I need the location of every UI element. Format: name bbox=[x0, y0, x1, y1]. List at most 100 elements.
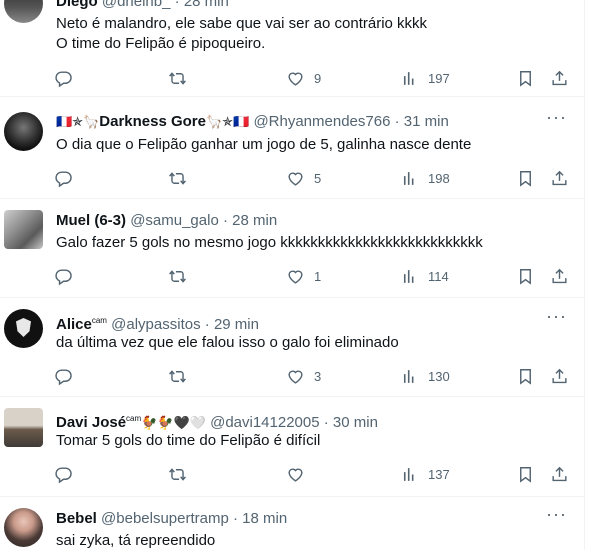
author-handle[interactable]: @alypassitos bbox=[111, 316, 200, 333]
reply-button[interactable] bbox=[54, 365, 82, 387]
author-name[interactable]: Diego bbox=[56, 0, 98, 10]
retweet-button[interactable] bbox=[168, 67, 196, 89]
avatar[interactable] bbox=[4, 112, 43, 151]
avatar[interactable] bbox=[4, 210, 43, 249]
reply-icon bbox=[54, 465, 73, 484]
views-count: 198 bbox=[428, 170, 450, 186]
tweet-time[interactable]: 28 min bbox=[232, 212, 277, 229]
author-name[interactable]: Bebel bbox=[56, 510, 97, 527]
share-button[interactable] bbox=[550, 463, 569, 485]
separator-dot: · bbox=[222, 212, 228, 229]
views-icon bbox=[400, 267, 419, 286]
bookmark-button[interactable] bbox=[516, 265, 535, 287]
tweet[interactable]: 🇫🇷✯🦙Darkness Gore🦙✯🇫🇷 @Rhyanmendes766 · … bbox=[0, 97, 584, 199]
like-count: 1 bbox=[314, 268, 322, 284]
author-handle[interactable]: @bebelsupertramp bbox=[101, 510, 229, 527]
name-emoji-suffix: 🐓🐓🖤🤍 bbox=[141, 415, 206, 430]
tweet-actions: 1 114 bbox=[54, 265, 574, 287]
author-name[interactable]: 🇫🇷✯🦙Darkness Gore🦙✯🇫🇷 bbox=[56, 113, 249, 130]
author-handle[interactable]: @davi14122005 bbox=[210, 414, 319, 431]
more-icon[interactable]: ··· bbox=[546, 307, 566, 331]
avatar[interactable] bbox=[4, 0, 43, 23]
tweet[interactable]: Muel (6-3) @samu_galo · 28 min Galo faze… bbox=[0, 198, 584, 298]
separator-dot: · bbox=[323, 414, 329, 431]
views-button[interactable]: 114 bbox=[400, 265, 449, 287]
tweet[interactable]: Bebel @bebelsupertramp · 18 min ··· sai … bbox=[0, 496, 584, 556]
retweet-button[interactable] bbox=[168, 365, 196, 387]
views-count: 137 bbox=[428, 466, 450, 482]
bookmark-icon bbox=[516, 169, 535, 188]
views-button[interactable]: 198 bbox=[400, 167, 450, 189]
bookmark-button[interactable] bbox=[516, 167, 535, 189]
retweet-button[interactable] bbox=[168, 463, 196, 485]
like-icon bbox=[286, 267, 305, 286]
name-superscript: cam bbox=[91, 316, 107, 325]
tweet-text: O dia que o Felipão ganhar um jogo de 5,… bbox=[56, 136, 472, 153]
avatar[interactable] bbox=[4, 408, 43, 447]
author-name[interactable]: Davi Josécam🐓🐓🖤🤍 bbox=[56, 414, 206, 431]
like-count: 9 bbox=[314, 70, 322, 86]
share-icon bbox=[550, 69, 569, 88]
views-button[interactable]: 137 bbox=[400, 463, 450, 485]
author-name[interactable]: Muel (6-3) bbox=[56, 212, 126, 229]
views-count: 197 bbox=[428, 70, 450, 86]
author-name[interactable]: Alicecam bbox=[56, 316, 107, 333]
tweet-time[interactable]: 28 min bbox=[184, 0, 229, 10]
like-button[interactable]: 3 bbox=[286, 365, 321, 387]
like-button[interactable] bbox=[286, 463, 314, 485]
tweet-header: Davi Josécam🐓🐓🖤🤍 @davi14122005 · 30 min bbox=[56, 409, 564, 431]
reply-button[interactable] bbox=[54, 265, 82, 287]
tweet[interactable]: Davi Josécam🐓🐓🖤🤍 @davi14122005 · 30 min … bbox=[0, 396, 584, 497]
name-emoji-suffix: 🦙✯🇫🇷 bbox=[206, 114, 250, 129]
reply-button[interactable] bbox=[54, 463, 82, 485]
tweet[interactable]: Diego @dnelnb_ · 28 min Neto é malandro,… bbox=[0, 0, 584, 97]
share-button[interactable] bbox=[550, 265, 569, 287]
share-button[interactable] bbox=[550, 167, 569, 189]
views-icon bbox=[400, 69, 419, 88]
tweet-actions: 137 bbox=[54, 463, 574, 485]
like-icon bbox=[286, 169, 305, 188]
like-button[interactable]: 9 bbox=[286, 67, 321, 89]
like-button[interactable]: 5 bbox=[286, 167, 321, 189]
share-icon bbox=[550, 169, 569, 188]
views-count: 130 bbox=[428, 368, 450, 384]
share-button[interactable] bbox=[550, 365, 569, 387]
avatar[interactable] bbox=[4, 508, 43, 547]
share-icon bbox=[550, 465, 569, 484]
bookmark-button[interactable] bbox=[516, 365, 535, 387]
author-handle[interactable]: @samu_galo bbox=[130, 212, 219, 229]
like-icon bbox=[286, 69, 305, 88]
tweet-time[interactable]: 29 min bbox=[214, 316, 259, 333]
bookmark-button[interactable] bbox=[516, 463, 535, 485]
views-icon bbox=[400, 169, 419, 188]
more-icon[interactable]: ··· bbox=[546, 108, 566, 132]
like-count: 3 bbox=[314, 368, 322, 384]
retweet-button[interactable] bbox=[168, 167, 196, 189]
views-button[interactable]: 130 bbox=[400, 365, 450, 387]
reply-icon bbox=[54, 267, 73, 286]
more-icon[interactable]: ··· bbox=[546, 505, 566, 529]
reply-icon bbox=[54, 69, 73, 88]
reply-button[interactable] bbox=[54, 167, 82, 189]
like-count: 5 bbox=[314, 170, 322, 186]
tweet-time[interactable]: 30 min bbox=[333, 414, 378, 431]
author-handle[interactable]: @dnelnb_ bbox=[102, 0, 171, 10]
bookmark-icon bbox=[516, 267, 535, 286]
author-name-text: Darkness Gore bbox=[99, 113, 206, 130]
avatar[interactable] bbox=[4, 309, 43, 348]
reply-button[interactable] bbox=[54, 67, 82, 89]
tweet-header: Muel (6-3) @samu_galo · 28 min bbox=[56, 211, 564, 231]
bookmark-button[interactable] bbox=[516, 67, 535, 89]
tweet[interactable]: Alicecam @alypassitos · 29 min ··· da úl… bbox=[0, 297, 584, 397]
retweet-button[interactable] bbox=[168, 265, 196, 287]
views-button[interactable]: 197 bbox=[400, 67, 450, 89]
reply-icon bbox=[54, 169, 73, 188]
bookmark-icon bbox=[516, 367, 535, 386]
tweet-time[interactable]: 31 min bbox=[404, 113, 449, 130]
share-button[interactable] bbox=[550, 67, 569, 89]
tweet-time[interactable]: 18 min bbox=[242, 510, 287, 527]
tweet-actions: 5 198 bbox=[54, 167, 574, 189]
tweet-header: 🇫🇷✯🦙Darkness Gore🦙✯🇫🇷 @Rhyanmendes766 · … bbox=[56, 112, 564, 132]
author-handle[interactable]: @Rhyanmendes766 bbox=[253, 113, 390, 130]
like-button[interactable]: 1 bbox=[286, 265, 321, 287]
